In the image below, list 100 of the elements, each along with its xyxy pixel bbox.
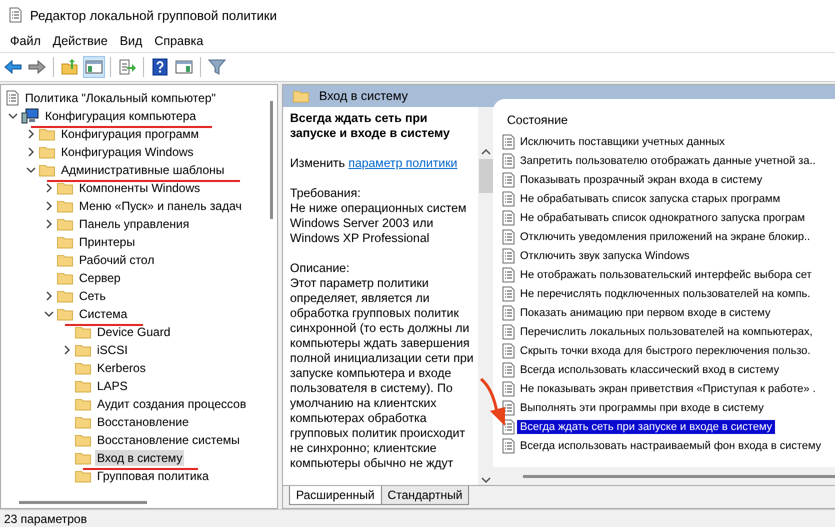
menu-item[interactable]: Действие [46,34,114,48]
scroll-down-icon[interactable] [480,475,492,485]
setting-icon [501,172,515,188]
menu-item[interactable]: Файл [4,34,47,48]
tree-item[interactable]: Система [77,306,130,322]
chevron-right-icon[interactable] [44,291,54,301]
chevron-down-icon[interactable] [8,111,18,121]
tree-item[interactable]: Аудит создания процессов [95,396,248,412]
tree-item[interactable]: Kerberos [95,360,148,376]
tree-item[interactable]: Компоненты Windows [77,180,202,196]
back-arrow-icon [4,59,22,75]
folder-icon [75,379,91,393]
filter-icon [208,59,226,75]
folder-icon [57,307,73,321]
window-pane-icon [175,59,193,75]
setting-item[interactable]: Показать анимацию при первом входе в систему [517,306,774,320]
tree-item[interactable]: Сервер [77,270,123,286]
tree-item[interactable]: Конфигурация программ [59,126,201,142]
tree-item[interactable]: Конфигурация компьютера [43,108,198,124]
folder-icon [39,163,55,177]
setting-item[interactable]: Исключить поставщики учетных данных [517,134,728,148]
export-list-icon [118,59,136,75]
requirements-text: Не ниже операционных систем Windows Server 2003 или Windows XP Professional [290,201,468,246]
setting-icon [501,228,515,244]
setting-item[interactable]: Не обрабатывать список запуска старых программ [517,192,784,206]
pane-title: Вход в систему [319,89,408,103]
setting-item[interactable]: Не отображать пользовательский интерфейс выбора сет [517,268,815,282]
policy-title: Всегда ждать сеть при запуске и входе в систему [290,111,451,141]
tree-item[interactable]: LAPS [95,378,130,394]
tree-item[interactable]: Рабочий стол [77,252,156,268]
tree-item[interactable]: Device Guard [95,324,172,340]
folder-icon [57,199,73,213]
setting-item[interactable]: Запретить пользователю отображать данные учетной за.. [517,154,819,168]
setting-icon [501,304,515,320]
tree-item[interactable]: Сеть [77,288,108,304]
chevron-right-icon[interactable] [44,219,54,229]
setting-item[interactable]: Перечислить локальных пользователей на компьютерах, [517,324,816,338]
chevron-right-icon[interactable] [44,183,54,193]
setting-item[interactable]: Всегда использовать настраиваемый фон входа в систему [517,438,824,452]
column-header[interactable]: Состояние [501,113,835,132]
annotation-arrow [479,377,507,427]
tree-item[interactable]: Административные шаблоны [59,162,226,178]
policy-link[interactable]: параметр политики [348,156,458,170]
toolbar-button[interactable] [83,56,105,78]
setting-item[interactable]: Отключить звук запуска Windows [517,248,693,262]
folder-icon [75,469,91,483]
scrollbar-thumb[interactable] [523,474,835,478]
section-label: Описание: [290,261,350,276]
setting-item[interactable]: Всегда ждать сеть при запуске и входе в систему [517,420,776,434]
setting-item[interactable]: Показывать прозрачный экран входа в систему [517,172,766,186]
tree-item[interactable]: Групповая политика [95,468,211,484]
setting-icon [501,266,515,282]
description-text: Этот параметр политики определяет, является ли обработка групповых политик синхронной (то есть должны ли компьютеры ждать завершения полной инициализации сети при запуске компьютера и входе пользователя в систему). По умолчанию на клиентских компьютерах обработка групповых политик происходит не синхронно; клиентские компьютеры обычно не ждут [290,276,474,471]
policy-scroll-icon [5,90,19,106]
chevron-down-icon[interactable] [26,165,36,175]
forward-arrow-icon [28,59,46,75]
chevron-right-icon[interactable] [26,129,36,139]
folder-icon [39,145,55,159]
help-icon [152,58,168,76]
scrollbar-thumb[interactable] [19,500,147,504]
app-icon [8,7,22,23]
folder-icon [57,289,73,303]
folder-icon [75,343,91,357]
chevron-right-icon[interactable] [26,147,36,157]
setting-icon [501,152,515,168]
scroll-up-icon[interactable] [480,147,492,157]
setting-item[interactable]: Не показывать экран приветствия «Приступая к работе» . [517,382,819,396]
setting-icon [501,362,515,378]
setting-item[interactable]: Не обрабатывать список однократного запуска програм [517,210,808,224]
folder-icon [75,325,91,339]
setting-icon [501,286,515,302]
tree-item[interactable]: Восстановление системы [95,432,242,448]
chevron-right-icon[interactable] [44,201,54,211]
menu-item[interactable]: Справка [148,34,210,48]
setting-item[interactable]: Скрыть точки входа для быстрого переключения пользо. [517,344,814,358]
chevron-right-icon[interactable] [62,345,72,355]
scrollbar-thumb[interactable] [270,101,272,219]
tree-item[interactable]: Меню «Пуск» и панель задач [77,198,244,214]
tab[interactable]: Расширенный [289,486,382,505]
tree-item[interactable]: Политика "Локальный компьютер" [23,90,218,106]
folder-icon [39,127,55,141]
tree-item[interactable]: Принтеры [77,234,137,250]
tree-item[interactable]: Конфигурация Windows [59,144,196,160]
setting-item[interactable]: Отключить уведомления приложений на экране блокир.. [517,230,814,244]
tree-item[interactable]: Восстановление [95,414,191,430]
tree-item[interactable]: Панель управления [77,216,192,232]
setting-icon [501,438,515,454]
menu-item[interactable]: Вид [114,34,148,48]
status-text: 23 параметров [4,512,87,526]
folder-icon [75,361,91,375]
setting-item[interactable]: Выполнять эти программы при входе в систему [517,400,767,414]
tab[interactable]: Стандартный [380,486,470,505]
scrollbar-thumb[interactable] [478,159,492,193]
chevron-down-icon[interactable] [44,309,54,319]
setting-item[interactable]: Всегда использовать классический вход в систему [517,362,782,376]
folder-icon [57,271,73,285]
setting-item[interactable]: Не перечислять подключенных пользователей на компь. [517,286,814,300]
folder-icon [57,235,73,249]
folder-icon [57,181,73,195]
tree-item[interactable]: iSCSI [95,342,130,358]
